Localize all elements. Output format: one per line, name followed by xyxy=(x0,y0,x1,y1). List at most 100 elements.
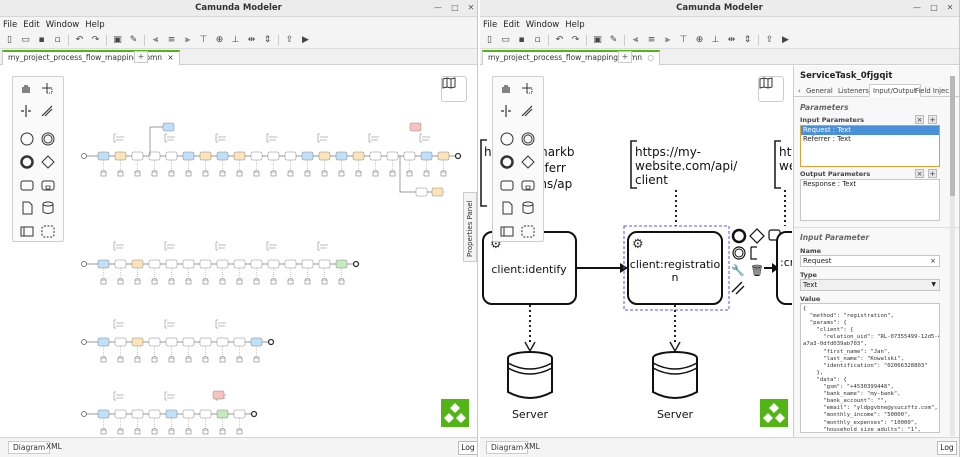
save-icon[interactable]: ▪ xyxy=(36,35,47,46)
save-as-icon[interactable]: ▫ xyxy=(532,35,543,46)
minimap-toggle-button[interactable] xyxy=(758,76,784,102)
lasso-tool-icon[interactable] xyxy=(41,82,57,98)
data-store-server-1[interactable] xyxy=(507,351,553,399)
diagram-canvas[interactable]: h markb t.ferr lhs/ap https://my- websit… xyxy=(480,66,792,437)
start-event-icon[interactable] xyxy=(500,132,516,148)
save-as-icon[interactable]: ▫ xyxy=(52,35,63,46)
context-annotation-icon[interactable] xyxy=(750,246,757,260)
diagram-canvas[interactable]: Properties Panel xyxy=(0,66,477,437)
new-file-icon[interactable]: ▯ xyxy=(484,35,495,46)
start-event-icon[interactable] xyxy=(20,132,36,148)
new-file-icon[interactable]: ▯ xyxy=(4,35,15,46)
list-item[interactable]: Request : Text xyxy=(801,126,939,135)
context-wrench-icon[interactable]: 🔧 xyxy=(731,263,745,277)
space-tool-icon[interactable] xyxy=(500,105,516,121)
undo-icon[interactable]: ↶ xyxy=(74,35,85,46)
hand-tool-icon[interactable] xyxy=(20,82,36,98)
global-connect-icon[interactable] xyxy=(41,105,57,121)
open-folder-icon[interactable]: ▭ xyxy=(20,35,31,46)
bpmn-io-logo-icon[interactable] xyxy=(760,399,788,427)
hand-tool-icon[interactable] xyxy=(500,82,516,98)
menu-window[interactable]: Window xyxy=(46,20,80,30)
intermediate-event-icon[interactable] xyxy=(41,132,57,148)
close-tab-icon[interactable]: × xyxy=(167,53,173,62)
minimap-toggle-button[interactable] xyxy=(441,76,467,102)
edit-tool-icon[interactable]: ✎ xyxy=(608,35,619,46)
tab-field-injection[interactable]: Field Injec xyxy=(911,84,953,97)
context-end-event-icon[interactable] xyxy=(731,228,747,244)
maximize-button[interactable]: □ xyxy=(449,2,461,14)
type-select[interactable]: Text ▼ xyxy=(800,279,940,291)
lasso-tool-icon[interactable] xyxy=(521,82,537,98)
distribute-h-icon[interactable]: ⇹ xyxy=(726,35,737,46)
data-object-icon[interactable] xyxy=(500,201,516,217)
xml-tab[interactable]: XML xyxy=(42,441,66,454)
data-object-icon[interactable] xyxy=(20,201,36,217)
align-left-icon[interactable]: ⫷ xyxy=(150,35,161,46)
bpmn-io-logo-icon[interactable] xyxy=(441,399,469,427)
align-center-icon[interactable]: ≡ xyxy=(166,35,177,46)
context-delete-icon[interactable]: 🗑 xyxy=(750,264,764,277)
add-input-icon[interactable]: + xyxy=(928,115,937,124)
save-icon[interactable]: ▪ xyxy=(516,35,527,46)
output-parameters-list[interactable]: Response : Text xyxy=(800,179,940,221)
align-bottom-icon[interactable]: ⊥ xyxy=(230,35,241,46)
distribute-v-icon[interactable]: ⇕ xyxy=(262,35,273,46)
name-input[interactable]: Request × xyxy=(800,255,940,267)
image-export-icon[interactable]: ▣ xyxy=(592,35,603,46)
properties-panel-toggle[interactable]: Properties Panel xyxy=(463,192,477,262)
menu-edit[interactable]: Edit xyxy=(23,20,39,30)
task-icon[interactable] xyxy=(500,178,516,194)
group-icon[interactable] xyxy=(521,224,537,240)
align-middle-icon[interactable]: ⊕ xyxy=(694,35,705,46)
properties-scrollbar[interactable] xyxy=(950,76,955,436)
undo-icon[interactable]: ↶ xyxy=(554,35,565,46)
log-button[interactable]: Log xyxy=(458,441,477,455)
subprocess-icon[interactable] xyxy=(41,178,57,194)
menu-file[interactable]: File xyxy=(483,20,497,30)
edit-tool-icon[interactable]: ✎ xyxy=(128,35,139,46)
add-tab-button[interactable]: + xyxy=(618,51,632,63)
data-store-icon[interactable] xyxy=(521,201,537,217)
value-textarea[interactable]: { "method": "registration", "params": { … xyxy=(800,303,940,433)
file-tab[interactable]: my_project_process_flow_mapping.bpmn ○ xyxy=(482,50,660,65)
overview-diagram[interactable] xyxy=(0,66,477,437)
gateway-icon[interactable] xyxy=(41,155,57,171)
menu-help[interactable]: Help xyxy=(565,20,584,30)
align-right-icon[interactable]: ⫸ xyxy=(182,35,193,46)
task-icon[interactable] xyxy=(20,178,36,194)
align-bottom-icon[interactable]: ⊥ xyxy=(710,35,721,46)
image-export-icon[interactable]: ▣ xyxy=(112,35,123,46)
pool-icon[interactable] xyxy=(20,224,36,240)
menu-window[interactable]: Window xyxy=(526,20,560,30)
open-folder-icon[interactable]: ▭ xyxy=(500,35,511,46)
pool-icon[interactable] xyxy=(500,224,516,240)
text-annotation-2[interactable]: https://my- website.com/api/ client xyxy=(635,145,741,187)
xml-tab[interactable]: XML xyxy=(520,441,544,454)
list-item[interactable]: Response : Text xyxy=(801,180,939,189)
close-button[interactable]: ✕ xyxy=(944,2,956,14)
remove-output-icon[interactable]: × xyxy=(915,169,924,178)
distribute-h-icon[interactable]: ⇹ xyxy=(246,35,257,46)
minimize-button[interactable]: — xyxy=(432,2,444,14)
context-connect-icon[interactable] xyxy=(731,281,745,295)
tab-general[interactable]: General xyxy=(802,84,837,97)
clear-name-icon[interactable]: × xyxy=(930,256,936,266)
end-event-icon[interactable] xyxy=(500,155,516,171)
text-annotation-3[interactable]: http we xyxy=(779,145,792,173)
remove-input-icon[interactable]: × xyxy=(915,115,924,124)
input-parameters-list[interactable]: Request : Text Referrer : Text xyxy=(800,125,940,167)
align-top-icon[interactable]: ⊤ xyxy=(678,35,689,46)
subprocess-icon[interactable] xyxy=(521,178,537,194)
context-gateway-icon[interactable] xyxy=(749,228,765,244)
add-output-icon[interactable]: + xyxy=(928,169,937,178)
align-top-icon[interactable]: ⊤ xyxy=(198,35,209,46)
gateway-icon[interactable] xyxy=(521,155,537,171)
end-event-icon[interactable] xyxy=(20,155,36,171)
align-right-icon[interactable]: ⫸ xyxy=(662,35,673,46)
close-button[interactable]: ✕ xyxy=(465,2,477,14)
data-store-icon[interactable] xyxy=(41,201,57,217)
add-tab-button[interactable]: + xyxy=(134,51,148,63)
minimize-button[interactable]: — xyxy=(911,2,923,14)
align-left-icon[interactable]: ⫷ xyxy=(630,35,641,46)
